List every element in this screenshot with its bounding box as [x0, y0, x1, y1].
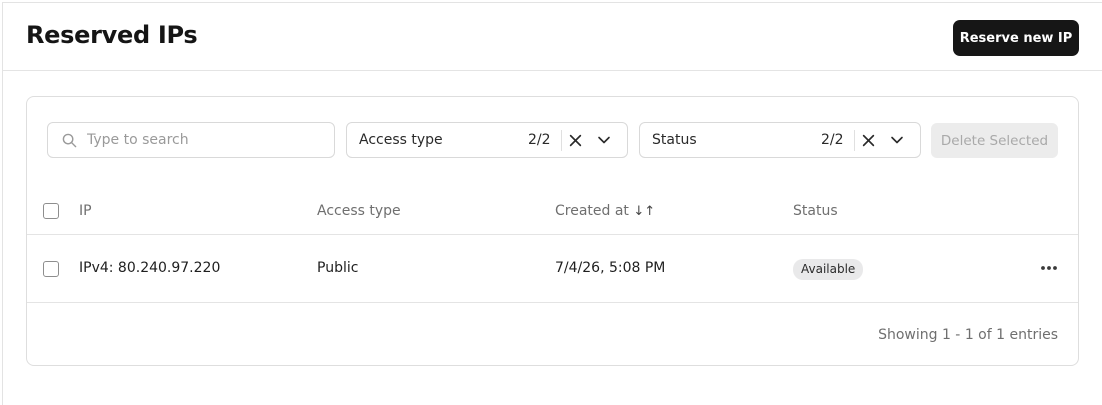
search-input[interactable] — [87, 132, 317, 148]
row-checkbox[interactable] — [43, 261, 59, 277]
more-horizontal-icon[interactable] — [1040, 265, 1058, 271]
chevron-down-icon[interactable] — [597, 135, 611, 145]
access-type-cell: Public — [317, 260, 359, 276]
access-type-filter-label: Access type — [359, 132, 443, 148]
sort-icon[interactable]: ↓↑ — [633, 204, 655, 219]
delete-selected-button[interactable]: Delete Selected — [931, 123, 1058, 158]
table-header: IP Access type Created at ↓↑ Status — [27, 187, 1078, 235]
filter-divider — [854, 130, 855, 151]
chevron-down-icon[interactable] — [890, 135, 904, 145]
ip-cell: IPv4: 80.240.97.220 — [79, 260, 221, 276]
search-box[interactable] — [47, 122, 335, 158]
column-header-ip[interactable]: IP — [79, 203, 92, 219]
reserved-ips-card: Access type 2/2 Status 2/2 Delete Sel — [26, 96, 1079, 366]
column-header-access-type[interactable]: Access type — [317, 203, 401, 219]
status-filter[interactable]: Status 2/2 — [639, 122, 921, 158]
filter-divider — [561, 130, 562, 151]
created-at-label: Created at — [555, 203, 629, 219]
page-header: Reserved IPs Reserve new IP — [3, 3, 1102, 71]
created-at-cell: 7/4/26, 5:08 PM — [555, 260, 666, 276]
column-header-status[interactable]: Status — [793, 203, 838, 219]
access-type-filter-count: 2/2 — [528, 132, 551, 148]
close-icon[interactable] — [862, 134, 875, 147]
status-filter-count: 2/2 — [821, 132, 844, 148]
select-all-checkbox[interactable] — [43, 203, 59, 219]
search-icon — [62, 133, 77, 147]
page-title: Reserved IPs — [26, 21, 198, 49]
access-type-filter[interactable]: Access type 2/2 — [346, 122, 628, 158]
status-badge: Available — [793, 259, 864, 280]
pagination-summary: Showing 1 - 1 of 1 entries — [878, 327, 1058, 343]
reserve-new-ip-button[interactable]: Reserve new IP — [953, 20, 1079, 56]
status-filter-label: Status — [652, 132, 697, 148]
page: Reserved IPs Reserve new IP Access type … — [2, 2, 1102, 405]
table-row[interactable]: IPv4: 80.240.97.220 Public 7/4/26, 5:08 … — [27, 236, 1078, 303]
close-icon[interactable] — [569, 134, 582, 147]
column-header-created-at[interactable]: Created at ↓↑ — [555, 203, 655, 219]
